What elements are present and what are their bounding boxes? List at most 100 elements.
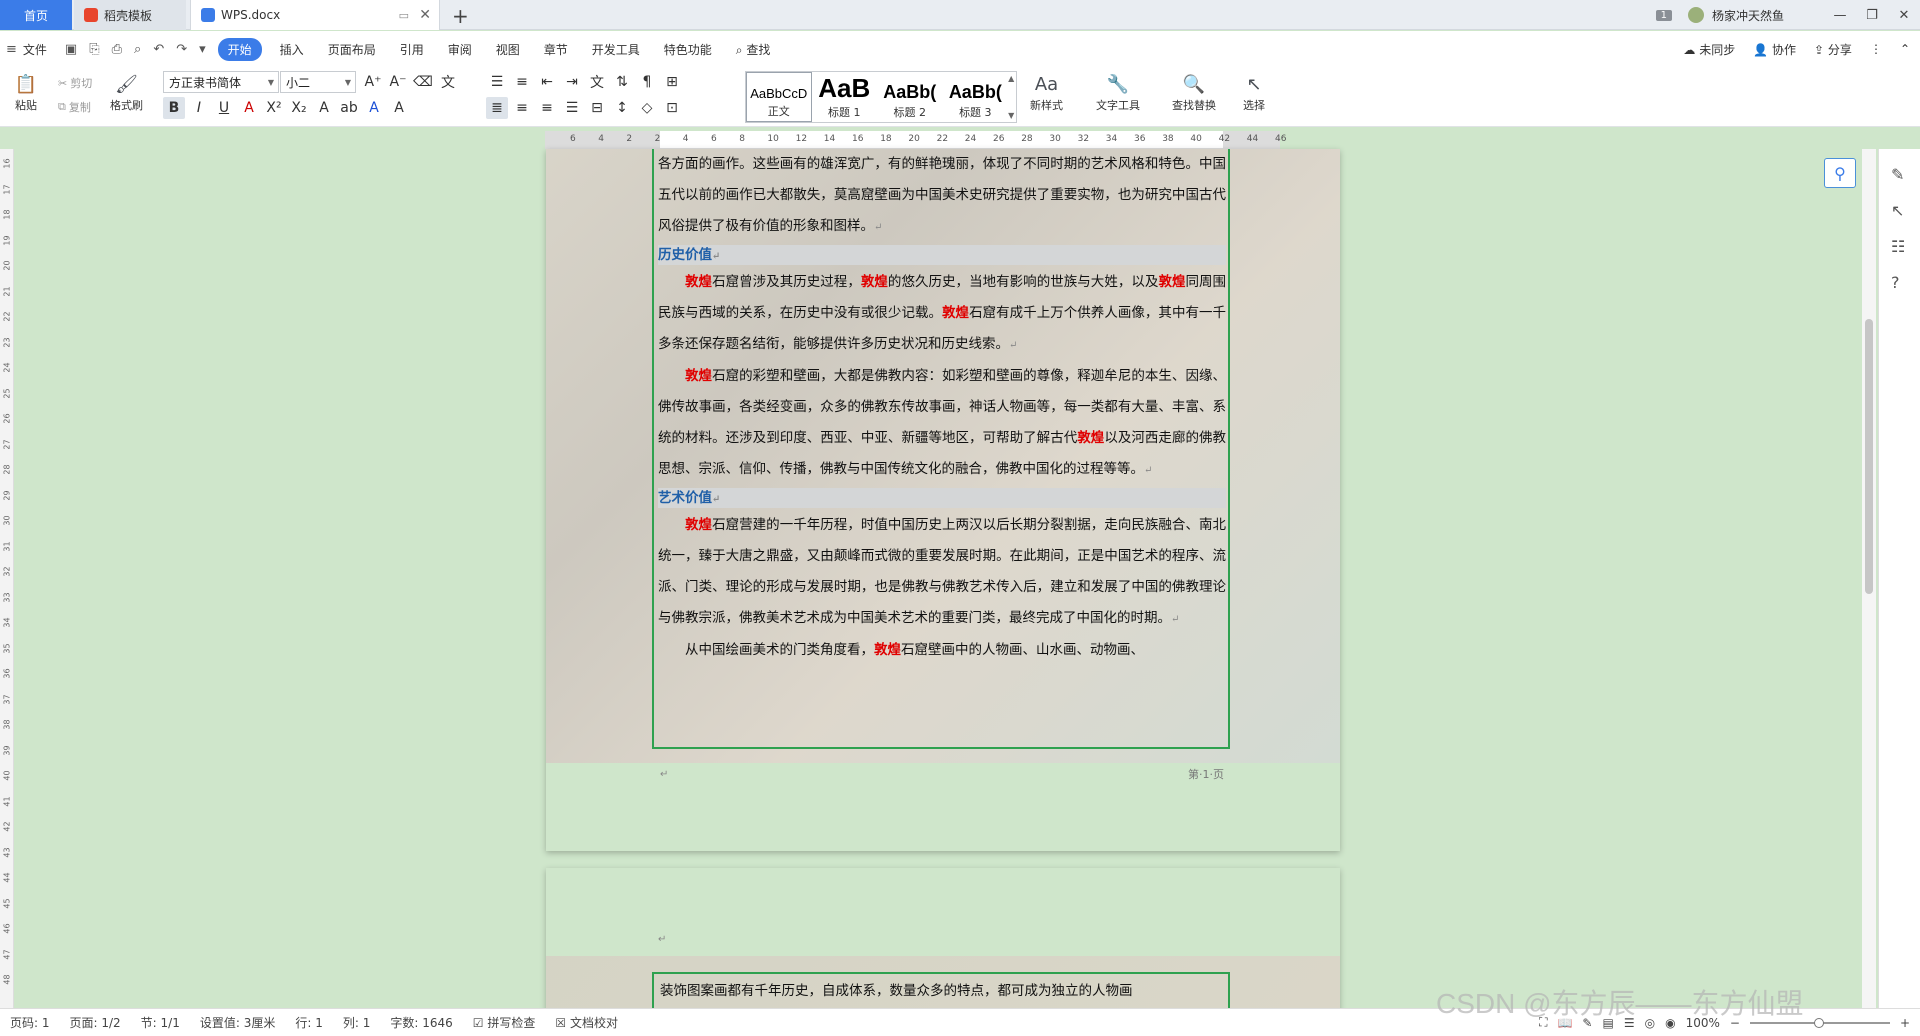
save-icon[interactable]: ▣ [59, 42, 83, 57]
align-left-icon[interactable]: ≣ [486, 97, 508, 119]
shading-icon[interactable]: ◇ [636, 97, 658, 119]
status-row[interactable]: 行: 1 [285, 1014, 333, 1031]
close-tab-icon[interactable]: ✕ [419, 7, 431, 23]
table-icon[interactable]: ⊞ [661, 71, 683, 93]
styles-scroll[interactable]: ▲ ▼ [1008, 72, 1016, 122]
doc-proof[interactable]: ☒ 文档校对 [545, 1014, 628, 1031]
print-icon[interactable]: ⎙ [106, 42, 128, 57]
copy-button[interactable]: ⧉ 复制 [58, 99, 91, 115]
grow-font-icon[interactable]: A⁺ [362, 71, 384, 93]
style-heading-2[interactable]: AaBb(标题 2 [877, 72, 943, 122]
superscript-icon[interactable]: X² [263, 97, 285, 119]
distribute-icon[interactable]: ⊟ [586, 97, 608, 119]
highlight-icon[interactable]: ab [338, 97, 360, 119]
style-heading-3[interactable]: AaBb(标题 3 [943, 72, 1009, 122]
clear-format-icon[interactable]: ⌫ [412, 71, 434, 93]
export-pdf-icon[interactable]: ⎘ [83, 42, 105, 57]
bold-icon[interactable]: B [163, 97, 185, 119]
vertical-ruler[interactable]: 16 17 18 19 20 21 22 23 24 25 26 27 28 29 30 31 32 33 34 35… [0, 149, 14, 1009]
tab-home[interactable]: 首页 [0, 0, 72, 30]
align-center-icon[interactable]: ≡ [511, 97, 533, 119]
font-size-select[interactable]: 小二 ▼ [280, 71, 356, 93]
zoom-slider-handle[interactable] [1813, 1017, 1824, 1028]
show-marks-icon[interactable]: ¶ [636, 71, 658, 93]
print-preview-icon[interactable]: ⌕ [128, 42, 147, 57]
more-icon[interactable]: ⋮ [1870, 42, 1882, 56]
underline-icon[interactable]: U [213, 97, 235, 119]
format-painter-button[interactable]: 🖌 格式刷 [110, 71, 143, 113]
tab-document[interactable]: WPS.docx ▭ ✕ [190, 0, 440, 30]
font-color-icon[interactable]: A [363, 97, 385, 119]
scrollbar-thumb[interactable] [1865, 319, 1873, 594]
status-pages[interactable]: 页面: 1/2 [60, 1014, 131, 1031]
minimize-button[interactable]: — [1824, 8, 1856, 23]
menu-file[interactable]: 文件 [23, 41, 59, 58]
tab-developer[interactable]: 开发工具 [580, 41, 652, 58]
cut-button[interactable]: ✂ 剪切 [58, 75, 92, 91]
restore-button[interactable]: ❐ [1856, 8, 1888, 23]
text-effect-icon[interactable]: A [313, 97, 335, 119]
subscript-icon[interactable]: X₂ [288, 97, 310, 119]
edit-icon[interactable]: ✎ [1891, 165, 1904, 184]
borders-icon[interactable]: ⊡ [661, 97, 683, 119]
tab-templates[interactable]: 稻壳模板 [74, 0, 186, 30]
new-tab-icon[interactable]: + [452, 4, 469, 28]
increase-indent-icon[interactable]: ⇥ [561, 71, 583, 93]
align-right-icon[interactable]: ≡ [536, 97, 558, 119]
close-window-button[interactable]: ✕ [1888, 8, 1920, 23]
font-name-select[interactable]: 方正隶书简体 ▼ [163, 71, 279, 93]
avatar[interactable] [1687, 7, 1704, 23]
select-button[interactable]: ↖ 选择 [1240, 71, 1268, 113]
window-mode-icon[interactable]: ▭ [399, 9, 409, 22]
page2-body[interactable]: 装饰图案画都有千年历史，自成体系，数量众多的特点，都可成为独立的人物画 [660, 976, 1226, 1007]
username[interactable]: 杨家冲天然鱼 [1712, 7, 1784, 24]
italic-icon[interactable]: I [188, 97, 210, 119]
text-tools-button[interactable]: 🔧 文字工具 [1096, 71, 1140, 113]
status-col[interactable]: 列: 1 [333, 1014, 381, 1031]
share-button[interactable]: ⇪ 分享 [1814, 41, 1852, 58]
location-pin-icon[interactable]: ⚲ [1824, 158, 1856, 188]
window-count-badge[interactable]: 1 [1655, 9, 1672, 21]
status-setting[interactable]: 设置值: 3厘米 [190, 1014, 286, 1031]
numbering-icon[interactable]: ≡ [511, 71, 533, 93]
collaborate-button[interactable]: 👤 协作 [1753, 41, 1796, 58]
style-heading-1[interactable]: AaB 标题 1 [812, 72, 878, 122]
bullets-icon[interactable]: ☰ [486, 71, 508, 93]
sync-status[interactable]: ☁ 未同步 [1683, 41, 1735, 58]
tab-special[interactable]: 特色功能 [652, 41, 724, 58]
status-page[interactable]: 页码: 1 [0, 1014, 60, 1031]
select-cursor-icon[interactable]: ↖ [1891, 201, 1904, 220]
tab-review[interactable]: 审阅 [436, 41, 484, 58]
undo-icon[interactable]: ↶ [147, 42, 170, 57]
tab-home-ribbon[interactable]: 开始 [217, 37, 262, 61]
strikethrough-icon[interactable]: A [238, 97, 260, 119]
sort-icon[interactable]: ⇅ [611, 71, 633, 93]
paste-button[interactable]: 📋 粘贴 [12, 71, 40, 113]
justify-icon[interactable]: ☰ [561, 97, 583, 119]
collapse-ribbon-icon[interactable]: ⌃ [1900, 42, 1910, 56]
tab-insert[interactable]: 插入 [268, 41, 316, 58]
chinese-layout-icon[interactable]: 文 [586, 71, 608, 93]
phonetic-icon[interactable]: 文 [437, 71, 459, 93]
find-replace-button[interactable]: 🔍 查找替换 [1172, 71, 1216, 113]
status-section[interactable]: 节: 1/1 [131, 1014, 190, 1031]
line-spacing-icon[interactable]: ↕ [611, 97, 633, 119]
tab-page-layout[interactable]: 页面布局 [316, 41, 388, 58]
tab-view[interactable]: 视图 [484, 41, 532, 58]
vertical-scrollbar[interactable] [1862, 149, 1876, 1009]
redo-icon[interactable]: ↷ [170, 42, 193, 57]
settings-sliders-icon[interactable]: ☷ [1891, 237, 1905, 256]
char-shading-icon[interactable]: A [388, 97, 410, 119]
hamburger-icon[interactable]: ≡ [0, 42, 23, 57]
style-normal[interactable]: AaBbCcD 正文 [746, 72, 812, 122]
search-command[interactable]: ⌕ 查找 [724, 41, 783, 58]
customize-icon[interactable]: ▾ [193, 42, 212, 57]
new-style-button[interactable]: Aa 新样式 [1030, 71, 1063, 113]
status-words[interactable]: 字数: 1646 [380, 1014, 462, 1031]
shrink-font-icon[interactable]: A⁻ [387, 71, 409, 93]
decrease-indent-icon[interactable]: ⇤ [536, 71, 558, 93]
tab-references[interactable]: 引用 [388, 41, 436, 58]
spell-check[interactable]: ☑ 拼写检查 [463, 1014, 546, 1031]
document-body[interactable]: 各方面的画作。这些画有的雄浑宽广，有的鲜艳瑰丽，体现了不同时期的艺术风格和特色。… [658, 149, 1226, 666]
tab-chapter[interactable]: 章节 [532, 41, 580, 58]
